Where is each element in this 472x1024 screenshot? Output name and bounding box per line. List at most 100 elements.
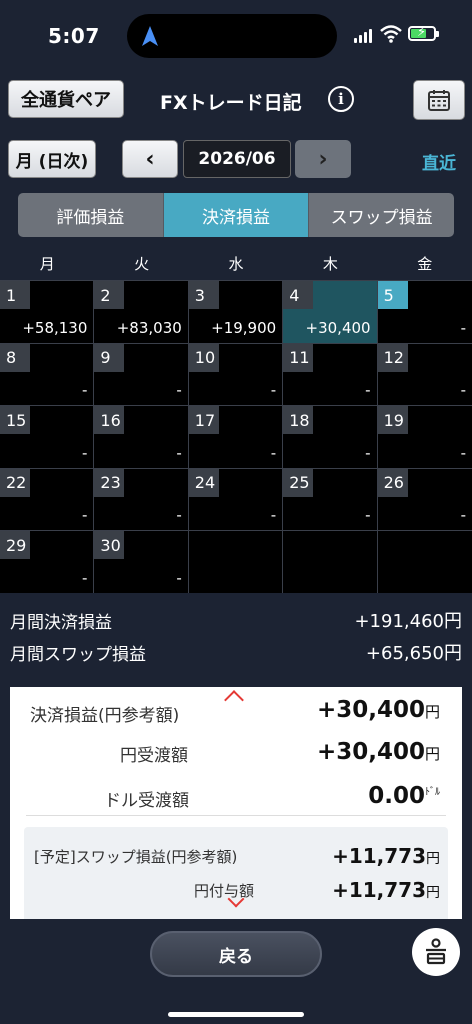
day-pnl-amount: - bbox=[365, 381, 371, 399]
day-pnl-amount: - bbox=[365, 443, 371, 462]
cellular-signal-icon bbox=[354, 27, 374, 43]
scheduled-swap-label: [予定]スワップ損益(円参考額) bbox=[34, 848, 238, 866]
bottom-bar: 戻る bbox=[0, 919, 472, 1024]
calendar-day-2[interactable]: 2 +83,030 bbox=[94, 281, 189, 343]
wifi-icon bbox=[380, 25, 402, 43]
dollar-received-label: ドル受渡額 bbox=[104, 791, 189, 811]
day-pnl-amount: - bbox=[176, 568, 182, 587]
tab-settled-pnl[interactable]: 決済損益 bbox=[163, 193, 310, 237]
day-number: 16 bbox=[94, 406, 125, 434]
battery-icon: ⚡ bbox=[408, 25, 439, 41]
day-number: 11 bbox=[283, 343, 314, 372]
period-mode-button[interactable]: 月 (日次) bbox=[8, 140, 96, 178]
page-title: FXトレード日記 bbox=[160, 92, 302, 114]
day-detail-panel[interactable]: 決済損益(円参考額) +30,400円 円受渡額 +30,400円 ドル受渡額 … bbox=[10, 687, 462, 919]
calendar-week: 1 +58,130 2 +83,030 3 +19,900 4 +30,400 5- bbox=[0, 280, 472, 343]
settled-pnl-label: 決済損益(円参考額) bbox=[30, 706, 180, 726]
tab-swap-pnl[interactable]: スワップ損益 bbox=[309, 193, 454, 237]
day-number: 4 bbox=[283, 281, 314, 309]
day-number: 15 bbox=[0, 406, 30, 434]
prev-month-button[interactable]: ‹ bbox=[122, 140, 178, 178]
day-number: 3 bbox=[188, 281, 219, 309]
calendar-day-15[interactable]: 15 - bbox=[0, 406, 95, 468]
calendar-day-19[interactable]: 19 - bbox=[377, 406, 472, 468]
day-number: 24 bbox=[188, 468, 219, 497]
next-month-button[interactable]: › bbox=[295, 140, 351, 178]
app-screen: 5:07 ⚡ 全通貨ペア FXトレード日記 i 月 (日次) ‹ 2026/06… bbox=[0, 0, 472, 1024]
calendar-empty-cell bbox=[377, 531, 472, 593]
weekday-label: 月 bbox=[39, 254, 55, 273]
day-pnl-amount: - bbox=[176, 506, 182, 524]
calendar-day-26[interactable]: 26 - bbox=[377, 468, 472, 530]
settled-pnl-value: +30,400円 bbox=[316, 697, 440, 723]
calendar-day-24[interactable]: 24 - bbox=[188, 468, 284, 530]
day-number: 8 bbox=[0, 343, 30, 372]
detail-divider bbox=[26, 815, 446, 816]
day-pnl-amount: - bbox=[176, 443, 182, 462]
day-number: 2 bbox=[94, 281, 125, 309]
day-number: 29 bbox=[0, 531, 30, 559]
day-number: 9 bbox=[94, 343, 125, 372]
calendar-day-17[interactable]: 17 - bbox=[188, 406, 284, 468]
calendar-day-1[interactable]: 1 +58,130 bbox=[0, 281, 95, 343]
day-pnl-amount: - bbox=[460, 443, 466, 462]
calendar-day-10[interactable]: 10 - bbox=[188, 343, 284, 405]
day-pnl-amount: - bbox=[81, 443, 88, 462]
day-number: 25 bbox=[283, 468, 314, 497]
calendar-day-3[interactable]: 3 +19,900 bbox=[188, 281, 284, 343]
monthly-settled-row: 月間決済損益 +191,460円 bbox=[0, 604, 472, 636]
day-number: 17 bbox=[188, 406, 219, 434]
calendar-day-11[interactable]: 11 - bbox=[283, 343, 378, 405]
day-pnl-amount: +83,030 bbox=[116, 318, 182, 337]
info-icon[interactable]: i bbox=[328, 86, 354, 112]
menu-fab-icon bbox=[426, 938, 446, 965]
day-pnl-amount: - bbox=[460, 506, 466, 524]
menu-fab-button[interactable] bbox=[412, 928, 460, 976]
calendar-day-4[interactable]: 4 +30,400 bbox=[283, 281, 378, 343]
calendar-icon bbox=[428, 90, 450, 111]
calendar-day-25[interactable]: 25 - bbox=[283, 468, 378, 530]
recent-link[interactable]: 直近 bbox=[422, 149, 456, 174]
calendar-button[interactable] bbox=[413, 80, 465, 120]
calendar-day-5[interactable]: 5- bbox=[377, 281, 472, 343]
scheduled-swap-value: +11,773円 bbox=[332, 844, 440, 868]
calendar-day-9[interactable]: 9- bbox=[94, 343, 189, 405]
day-pnl-amount: - bbox=[176, 381, 182, 399]
dynamic-island bbox=[127, 14, 337, 58]
tab-unrealized-pnl[interactable]: 評価損益 bbox=[18, 193, 164, 237]
day-number: 30 bbox=[94, 531, 125, 559]
calendar-day-23[interactable]: 23 - bbox=[94, 468, 189, 530]
day-pnl-amount: - bbox=[270, 443, 277, 462]
day-pnl-amount: - bbox=[270, 506, 277, 524]
day-number: 26 bbox=[377, 468, 408, 497]
chevron-up-icon[interactable] bbox=[224, 690, 244, 710]
calendar-day-22[interactable]: 22 - bbox=[0, 468, 95, 530]
calendar-grid: 月 火 水 木 金 1 +58,130 2 +83,030 3 +19,900 4 +30,4… bbox=[0, 246, 472, 593]
day-number: 18 bbox=[283, 406, 314, 434]
calendar-day-16[interactable]: 16 - bbox=[94, 406, 189, 468]
calendar-day-18[interactable]: 18 - bbox=[283, 406, 378, 468]
calendar-day-12[interactable]: 12 - bbox=[377, 343, 472, 405]
monthly-settled-value: +191,460円 bbox=[354, 611, 462, 632]
pnl-type-tabs: 評価損益 決済損益 スワップ損益 bbox=[18, 193, 454, 237]
currency-pair-button[interactable]: 全通貨ペア bbox=[8, 80, 124, 118]
weekday-label: 金 bbox=[417, 254, 433, 273]
day-pnl-amount: - bbox=[365, 506, 371, 524]
calendar-day-30[interactable]: 30 - bbox=[94, 531, 189, 593]
calendar-day-29[interactable]: 29 - bbox=[0, 531, 95, 593]
day-number: 1 bbox=[0, 281, 30, 309]
day-pnl-amount: +19,900 bbox=[211, 318, 277, 337]
monthly-summary: 月間決済損益 +191,460円 月間スワップ損益 +65,650円 bbox=[0, 604, 472, 668]
calendar-empty-cell bbox=[283, 531, 378, 593]
calendar-weeks: 1 +58,130 2 +83,030 3 +19,900 4 +30,400 5-8-9-10… bbox=[0, 280, 472, 593]
day-number: 19 bbox=[377, 406, 408, 434]
dollar-received-value: 0.00ﾄﾞﾙ bbox=[368, 783, 440, 809]
current-month-display[interactable]: 2026/06 bbox=[183, 140, 291, 178]
back-button[interactable]: 戻る bbox=[150, 931, 322, 977]
home-indicator bbox=[168, 1012, 304, 1017]
yen-granted-label: 円付与額 bbox=[194, 882, 255, 900]
day-pnl-amount: - bbox=[270, 381, 277, 399]
calendar-day-8[interactable]: 8- bbox=[0, 343, 95, 405]
monthly-swap-row: 月間スワップ損益 +65,650円 bbox=[0, 636, 472, 668]
day-number: 10 bbox=[188, 343, 219, 372]
